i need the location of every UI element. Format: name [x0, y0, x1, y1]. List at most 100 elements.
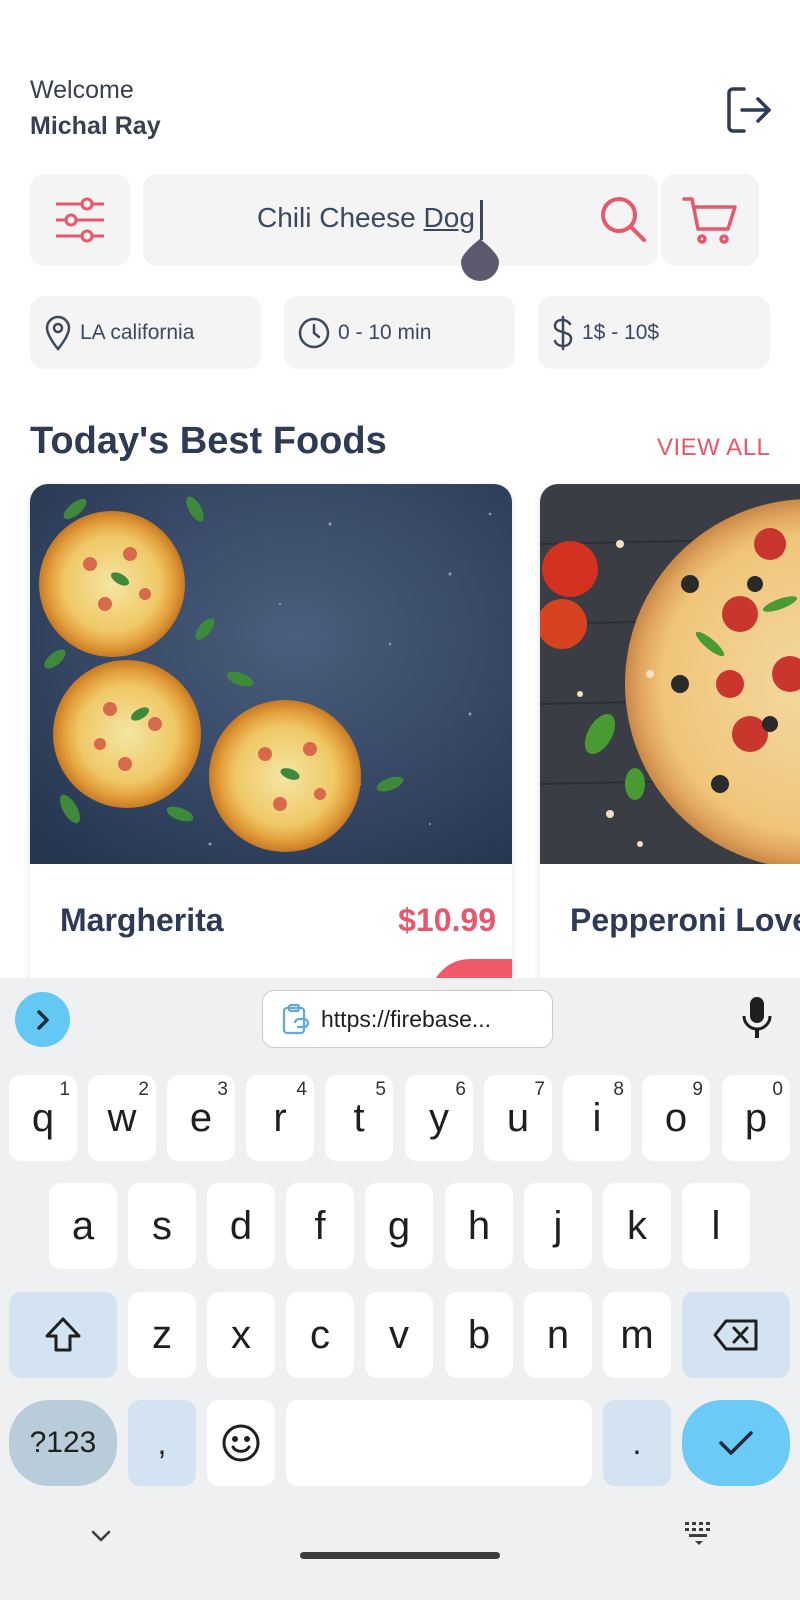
- food-image: [540, 484, 800, 864]
- key-label: o: [664, 1095, 688, 1140]
- key-u[interactable]: u7: [484, 1075, 552, 1161]
- chevron-right-icon: [36, 1009, 49, 1030]
- key-label: q: [31, 1095, 55, 1140]
- key-m[interactable]: m: [603, 1292, 671, 1378]
- location-pin-icon: [45, 315, 71, 351]
- food-name: Pepperoni Lovers: [570, 902, 800, 938]
- location-chip[interactable]: LA california: [30, 296, 261, 369]
- logout-icon: [727, 87, 771, 133]
- search-query: Chili Cheese Dog: [257, 202, 475, 234]
- search-query-composing: Dog: [423, 202, 475, 233]
- key-f[interactable]: f: [286, 1183, 354, 1269]
- key-label: y: [429, 1095, 449, 1140]
- clipboard-suggestion[interactable]: https://firebase...: [262, 990, 553, 1048]
- key-t[interactable]: t5: [325, 1075, 393, 1161]
- time-label: 0 - 10 min: [338, 320, 432, 344]
- key-o[interactable]: o9: [642, 1075, 710, 1161]
- app-screen: Welcome Michal Ray Chili Cheese Dog LA c…: [0, 0, 800, 978]
- key-s[interactable]: s: [128, 1183, 196, 1269]
- key-y[interactable]: y6: [405, 1075, 473, 1161]
- shift-key[interactable]: [9, 1292, 117, 1378]
- key-number-hint: 8: [613, 1079, 624, 1100]
- key-a[interactable]: a: [49, 1183, 117, 1269]
- food-card[interactable]: Pepperoni Lovers: [540, 484, 800, 978]
- cart-icon: [682, 197, 737, 244]
- key-w[interactable]: w2: [88, 1075, 156, 1161]
- key-p[interactable]: p0: [722, 1075, 790, 1161]
- key-number-hint: 2: [138, 1079, 149, 1100]
- key-r[interactable]: r4: [246, 1075, 314, 1161]
- section-title: Today's Best Foods: [30, 420, 387, 462]
- key-label: w: [107, 1095, 137, 1140]
- search-query-prefix: Chili Cheese: [257, 202, 424, 233]
- clipboard-link-icon: [282, 1003, 310, 1035]
- food-image: [30, 484, 512, 864]
- key-label: i: [592, 1095, 602, 1140]
- microphone-icon[interactable]: [740, 996, 774, 1040]
- key-i[interactable]: i8: [563, 1075, 631, 1161]
- checkmark-icon: [719, 1431, 753, 1455]
- search-icon[interactable]: [598, 194, 648, 244]
- key-d[interactable]: d: [207, 1183, 275, 1269]
- hide-keyboard-icon[interactable]: [88, 1526, 114, 1546]
- key-l[interactable]: l: [682, 1183, 750, 1269]
- keyboard-suggestion-bar: https://firebase...: [0, 978, 800, 1060]
- price-range-label: 1$ - 10$: [582, 320, 660, 344]
- comma-key[interactable]: ,: [128, 1400, 196, 1486]
- food-card[interactable]: Margherita $10.99: [30, 484, 512, 978]
- clock-icon: [298, 317, 330, 348]
- user-name: Michal Ray: [30, 112, 161, 140]
- price-chip[interactable]: 1$ - 10$: [538, 296, 770, 369]
- key-q[interactable]: q1: [9, 1075, 77, 1161]
- location-label: LA california: [80, 320, 195, 344]
- key-number-hint: 3: [217, 1079, 228, 1100]
- key-n[interactable]: n: [524, 1292, 592, 1378]
- soft-keyboard: https://firebase... q1 w2 e3 r4 t5 y6 u7…: [0, 978, 800, 1600]
- add-to-cart-button[interactable]: [430, 959, 512, 978]
- key-number-hint: 4: [296, 1079, 307, 1100]
- home-indicator[interactable]: [300, 1552, 500, 1559]
- key-h[interactable]: h: [445, 1183, 513, 1269]
- key-label: e: [189, 1095, 213, 1140]
- space-key[interactable]: [286, 1400, 592, 1486]
- logout-button[interactable]: [720, 82, 776, 138]
- backspace-icon: [713, 1319, 758, 1351]
- key-label: p: [744, 1095, 768, 1140]
- search-input[interactable]: Chili Cheese Dog: [143, 174, 658, 281]
- emoji-key[interactable]: [207, 1400, 275, 1486]
- clipboard-text: https://firebase...: [321, 1005, 492, 1032]
- key-label: t: [353, 1095, 365, 1140]
- key-number-hint: 0: [772, 1079, 783, 1100]
- key-x[interactable]: x: [207, 1292, 275, 1378]
- key-v[interactable]: v: [365, 1292, 433, 1378]
- enter-key[interactable]: [682, 1400, 790, 1486]
- keyboard-expand-button[interactable]: [15, 992, 70, 1047]
- filter-button[interactable]: [30, 174, 130, 266]
- key-number-hint: 5: [375, 1079, 386, 1100]
- key-label: r: [273, 1095, 287, 1140]
- view-all-link[interactable]: VIEW ALL: [657, 434, 770, 462]
- key-number-hint: 1: [59, 1079, 70, 1100]
- sliders-icon: [56, 197, 104, 243]
- text-caret: [480, 200, 483, 240]
- shift-icon: [45, 1317, 81, 1352]
- symbols-key[interactable]: ?123: [9, 1400, 117, 1486]
- key-e[interactable]: e3: [167, 1075, 235, 1161]
- key-z[interactable]: z: [128, 1292, 196, 1378]
- keyboard-switch-icon[interactable]: [683, 1520, 715, 1548]
- cart-button[interactable]: [661, 174, 759, 266]
- time-chip[interactable]: 0 - 10 min: [284, 296, 515, 369]
- key-label: u: [506, 1095, 530, 1140]
- food-price: $10.99: [398, 902, 496, 938]
- key-number-hint: 7: [534, 1079, 545, 1100]
- cursor-handle-icon[interactable]: [461, 239, 499, 281]
- backspace-key[interactable]: [682, 1292, 790, 1378]
- key-j[interactable]: j: [524, 1183, 592, 1269]
- key-number-hint: 6: [455, 1079, 466, 1100]
- dollar-icon: [553, 315, 573, 350]
- key-b[interactable]: b: [445, 1292, 513, 1378]
- key-g[interactable]: g: [365, 1183, 433, 1269]
- period-key[interactable]: .: [603, 1400, 671, 1486]
- key-k[interactable]: k: [603, 1183, 671, 1269]
- key-c[interactable]: c: [286, 1292, 354, 1378]
